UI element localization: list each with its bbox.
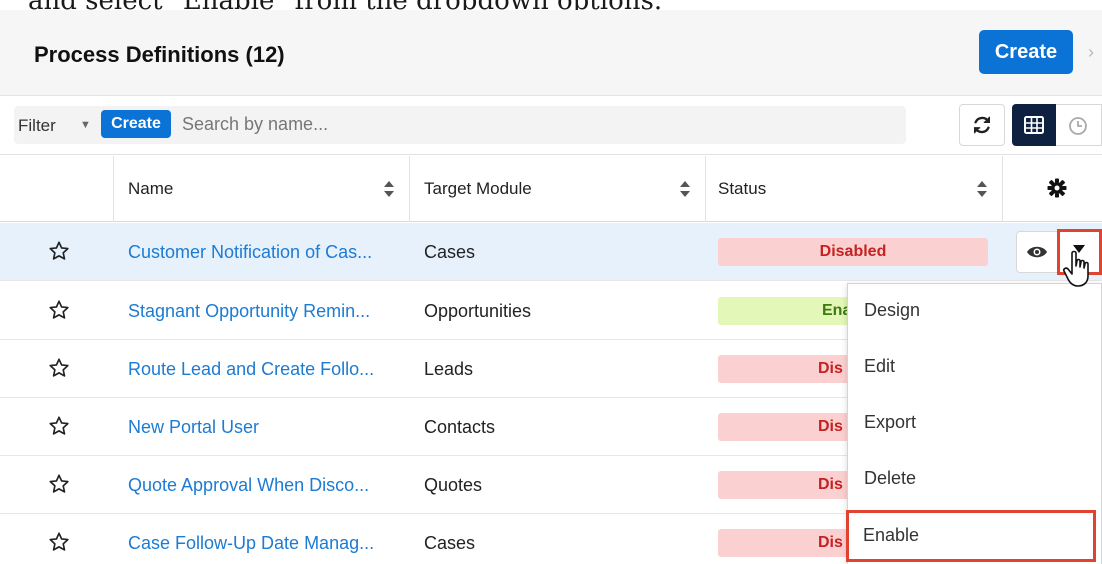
column-divider: [409, 156, 410, 222]
clock-icon: [1069, 117, 1087, 135]
menu-item-label: Delete: [864, 468, 917, 488]
filter-bar: Filter ▼ Create: [0, 97, 1102, 155]
refresh-icon: [973, 116, 991, 134]
star-icon[interactable]: [48, 531, 70, 553]
menu-item-edit[interactable]: Edit: [848, 340, 1102, 396]
page-title: Process Definitions (12): [34, 42, 285, 67]
process-name-link[interactable]: Stagnant Opportunity Remin...: [128, 301, 370, 322]
star-icon[interactable]: [48, 473, 70, 495]
filter-create-button[interactable]: Create: [101, 110, 171, 138]
menu-item-delete[interactable]: Delete: [848, 452, 1102, 508]
star-icon[interactable]: [48, 357, 70, 379]
target-module-cell: Quotes: [424, 475, 483, 495]
preview-button[interactable]: [1016, 231, 1058, 273]
column-header-target-module[interactable]: Target Module: [424, 179, 532, 199]
status-badge: Disabled: [718, 238, 988, 266]
target-module-cell: Opportunities: [424, 301, 532, 321]
target-module-cell: Cases: [424, 533, 476, 553]
column-header-status[interactable]: Status: [718, 179, 766, 199]
menu-item-enable[interactable]: Enable: [846, 510, 1096, 562]
eye-icon: [1027, 246, 1047, 258]
filter-caret-icon[interactable]: ▼: [80, 119, 91, 131]
list-view-button[interactable]: [1012, 104, 1056, 146]
close-icon[interactable]: ›: [1088, 42, 1102, 62]
process-name-link[interactable]: Case Follow-Up Date Manag...: [128, 533, 374, 554]
menu-item-design[interactable]: Design: [848, 284, 1102, 340]
table-icon: [1024, 116, 1044, 134]
target-module-cell: Leads: [424, 359, 474, 379]
column-header-name[interactable]: Name: [128, 179, 173, 199]
search-input[interactable]: [182, 109, 882, 139]
page-header: Process Definitions (12) Create ›: [0, 10, 1102, 96]
gear-icon[interactable]: [1047, 178, 1067, 198]
refresh-button[interactable]: [959, 104, 1005, 146]
menu-item-label: Export: [864, 412, 917, 432]
process-name-link[interactable]: New Portal User: [128, 417, 259, 438]
column-divider: [705, 156, 706, 222]
star-icon[interactable]: [48, 240, 70, 262]
target-module-cell: Contacts: [424, 417, 496, 437]
process-name-link[interactable]: Customer Notification of Cas...: [128, 242, 372, 263]
target-module-cell: Cases: [424, 242, 476, 262]
column-divider: [1002, 156, 1003, 222]
sort-icon[interactable]: [679, 180, 691, 198]
menu-item-label: Design: [864, 300, 921, 320]
sort-icon[interactable]: [976, 180, 988, 198]
row-actions-menu: Design Edit Export Delete Enable: [846, 283, 1102, 564]
menu-item-label: Enable: [863, 525, 920, 545]
star-icon[interactable]: [48, 415, 70, 437]
sort-icon[interactable]: [383, 180, 395, 198]
menu-item-export[interactable]: Export: [848, 396, 1102, 452]
hand-cursor-icon: [1063, 250, 1089, 287]
process-name-link[interactable]: Quote Approval When Disco...: [128, 475, 369, 496]
star-icon[interactable]: [48, 299, 70, 321]
table-row[interactable]: Customer Notification of Cas... Cases Di…: [0, 223, 1102, 281]
activity-view-button[interactable]: [1056, 104, 1102, 146]
create-button[interactable]: Create: [979, 30, 1073, 74]
process-name-link[interactable]: Route Lead and Create Follo...: [128, 359, 374, 380]
filter-dropdown[interactable]: Filter: [18, 116, 56, 136]
menu-item-label: Edit: [864, 356, 896, 376]
column-divider: [113, 156, 114, 222]
